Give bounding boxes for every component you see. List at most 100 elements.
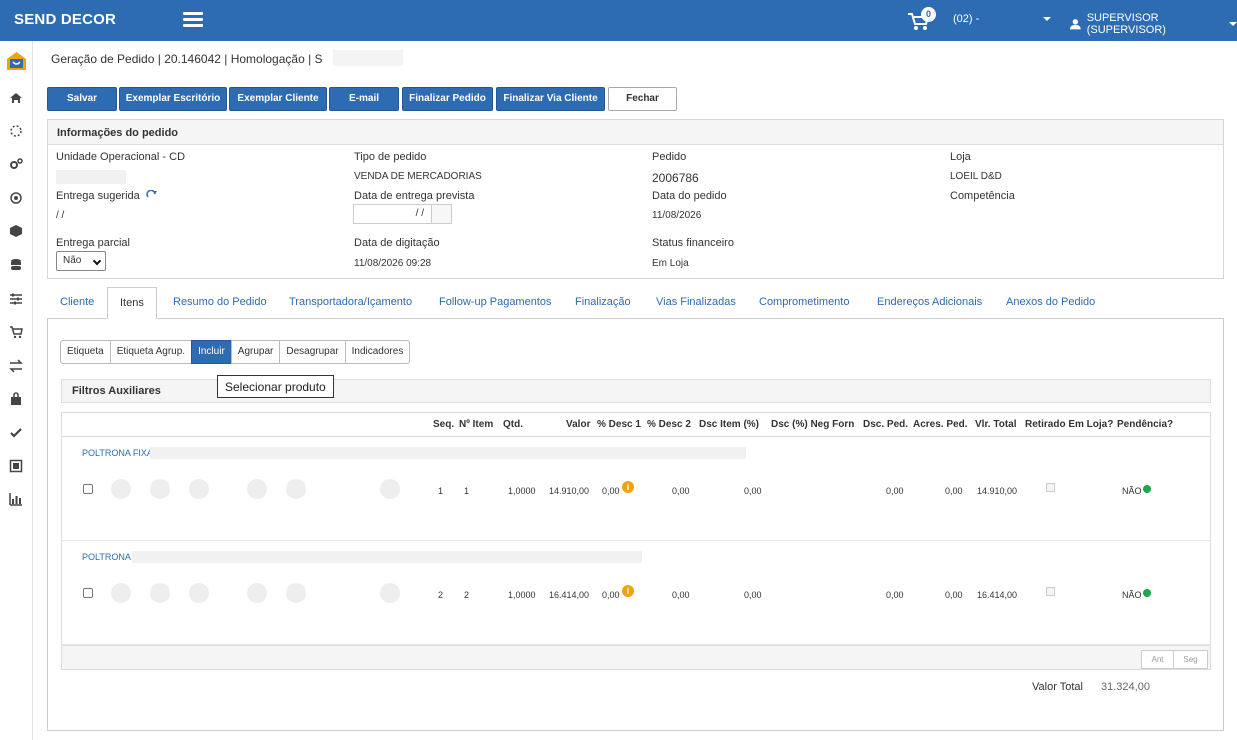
- save-button[interactable]: Salvar: [47, 87, 117, 111]
- col-acres[interactable]: Acres. Ped.: [913, 419, 967, 430]
- unit-label: Unidade Operacional - CD: [56, 151, 186, 163]
- pager-next-button[interactable]: Seg: [1173, 650, 1208, 669]
- col-dsc-ped[interactable]: Dsc. Ped.: [863, 419, 908, 430]
- transfer-icon[interactable]: [286, 583, 306, 603]
- expected-delivery-value: / /: [415, 208, 424, 219]
- seq-cell: 1: [438, 486, 444, 496]
- sliders-icon[interactable]: [9, 292, 23, 306]
- picked-up-checkbox: [1046, 587, 1055, 596]
- tab-follow-up[interactable]: Follow-up Pagamentos: [439, 287, 552, 319]
- status-dot-icon: [1143, 485, 1151, 493]
- shopping-bag-icon[interactable]: [9, 392, 23, 406]
- row-checkbox[interactable]: [83, 588, 93, 598]
- col-qtd[interactable]: Qtd.: [503, 419, 523, 430]
- link-icon[interactable]: [380, 479, 400, 499]
- exchange-icon[interactable]: [9, 359, 23, 373]
- database-icon[interactable]: [9, 258, 23, 272]
- remove-icon[interactable]: [189, 479, 209, 499]
- col-dsc-neg[interactable]: Dsc (%) Neg Forn: [771, 419, 854, 430]
- settings-icon[interactable]: [247, 479, 267, 499]
- target-icon[interactable]: [9, 191, 23, 205]
- history-icon[interactable]: [150, 583, 170, 603]
- item-cell: 2: [464, 590, 470, 600]
- cart-icon[interactable]: [9, 325, 23, 339]
- chevron-down-icon: [92, 256, 102, 266]
- partial-delivery-select[interactable]: Não: [56, 251, 106, 271]
- finish-order-button[interactable]: Finalizar Pedido: [402, 87, 493, 111]
- spinner-icon[interactable]: [9, 124, 23, 138]
- expected-delivery-input[interactable]: / /: [353, 204, 452, 224]
- link-icon[interactable]: [380, 583, 400, 603]
- col-desc1[interactable]: % Desc 1: [597, 419, 641, 430]
- gears-icon[interactable]: [9, 157, 23, 171]
- order-label: Pedido: [652, 151, 687, 163]
- order-info-panel: Informações do pedido Unidade Operaciona…: [47, 119, 1224, 279]
- close-button[interactable]: Fechar: [608, 87, 677, 111]
- include-button[interactable]: Incluir: [191, 340, 232, 364]
- group-label-button[interactable]: Etiqueta Agrup.: [109, 340, 193, 364]
- group-button[interactable]: Agrupar: [230, 340, 281, 364]
- transfer-icon[interactable]: [286, 479, 306, 499]
- valor-cell: 14.910,00: [549, 486, 590, 496]
- col-dsc-item[interactable]: Dsc Item (%): [699, 419, 759, 430]
- tab-finalizacao[interactable]: Finalização: [575, 287, 631, 319]
- order-info-title: Informações do pedido: [48, 120, 1223, 145]
- remove-icon[interactable]: [189, 583, 209, 603]
- acres-cell: 0,00: [945, 590, 963, 600]
- tab-anexos[interactable]: Anexos do Pedido: [1006, 287, 1095, 319]
- col-pendencia[interactable]: Pendência?: [1117, 419, 1173, 430]
- ungroup-button[interactable]: Desagrupar: [279, 340, 346, 364]
- brand-logo[interactable]: SEND DECOR: [14, 11, 116, 28]
- col-item[interactable]: Nº Item: [459, 419, 493, 430]
- tab-comprometimento[interactable]: Comprometimento: [759, 287, 849, 319]
- tab-vias-finalizadas[interactable]: Vias Finalizadas: [656, 287, 736, 319]
- items-grid: Seq. Nº Item Qtd. Valor % Desc 1 % Desc …: [61, 412, 1211, 670]
- desc1-cell: 0,00: [602, 590, 620, 600]
- seq-cell: 2: [438, 590, 444, 600]
- info-icon[interactable]: i: [622, 481, 634, 493]
- history-icon[interactable]: [150, 479, 170, 499]
- store-selector[interactable]: (02) -: [953, 13, 979, 25]
- tab-transportadora[interactable]: Transportadora/Içamento: [289, 287, 412, 319]
- entry-date-value: 11/08/2026 09:28: [354, 258, 432, 269]
- hamburger-menu-icon[interactable]: [183, 12, 203, 27]
- edit-icon[interactable]: [111, 583, 131, 603]
- valor-cell: 16.414,00: [549, 590, 590, 600]
- check-icon[interactable]: [9, 426, 23, 440]
- store-caret-icon[interactable]: [1043, 17, 1051, 21]
- cube-icon[interactable]: [9, 224, 23, 238]
- col-desc2[interactable]: % Desc 2: [647, 419, 691, 430]
- financial-status-label: Status financeiro: [652, 237, 734, 249]
- indicators-button[interactable]: Indicadores: [344, 340, 411, 364]
- edit-icon[interactable]: [111, 479, 131, 499]
- bar-chart-icon[interactable]: [9, 492, 23, 506]
- calendar-icon[interactable]: [431, 205, 451, 223]
- home-icon[interactable]: [9, 91, 23, 105]
- email-button[interactable]: E-mail: [329, 87, 399, 111]
- col-total[interactable]: Vlr. Total: [975, 419, 1017, 430]
- refresh-icon[interactable]: [146, 190, 157, 201]
- order-value: 2006786: [652, 171, 699, 185]
- col-retirado[interactable]: Retirado Em Loja?: [1025, 419, 1113, 430]
- info-icon[interactable]: i: [622, 585, 634, 597]
- sidebar: [0, 41, 33, 740]
- tab-resumo[interactable]: Resumo do Pedido: [173, 287, 267, 319]
- col-seq[interactable]: Seq.: [433, 419, 454, 430]
- product-name[interactable]: POLTRONA: [82, 552, 131, 562]
- office-copy-button[interactable]: Exemplar Escritório: [119, 87, 227, 111]
- app-logo-icon[interactable]: [6, 51, 27, 71]
- tab-cliente[interactable]: Cliente: [60, 287, 94, 319]
- label-button[interactable]: Etiqueta: [60, 340, 111, 364]
- finish-via-client-button[interactable]: Finalizar Via Cliente: [496, 87, 605, 111]
- col-valor[interactable]: Valor: [566, 419, 590, 430]
- tab-itens[interactable]: Itens: [107, 287, 157, 319]
- settings-icon[interactable]: [247, 583, 267, 603]
- total-value: 31.324,00: [1101, 681, 1150, 693]
- user-menu[interactable]: SUPERVISOR (SUPERVISOR): [1070, 12, 1237, 36]
- product-name[interactable]: POLTRONA FIXA: [82, 448, 153, 458]
- row-checkbox[interactable]: [83, 484, 93, 494]
- client-copy-button[interactable]: Exemplar Cliente: [229, 87, 327, 111]
- screen-icon[interactable]: [9, 459, 23, 473]
- tab-enderecos[interactable]: Endereços Adicionais: [877, 287, 982, 319]
- pager-prev-button[interactable]: Ant: [1141, 650, 1174, 669]
